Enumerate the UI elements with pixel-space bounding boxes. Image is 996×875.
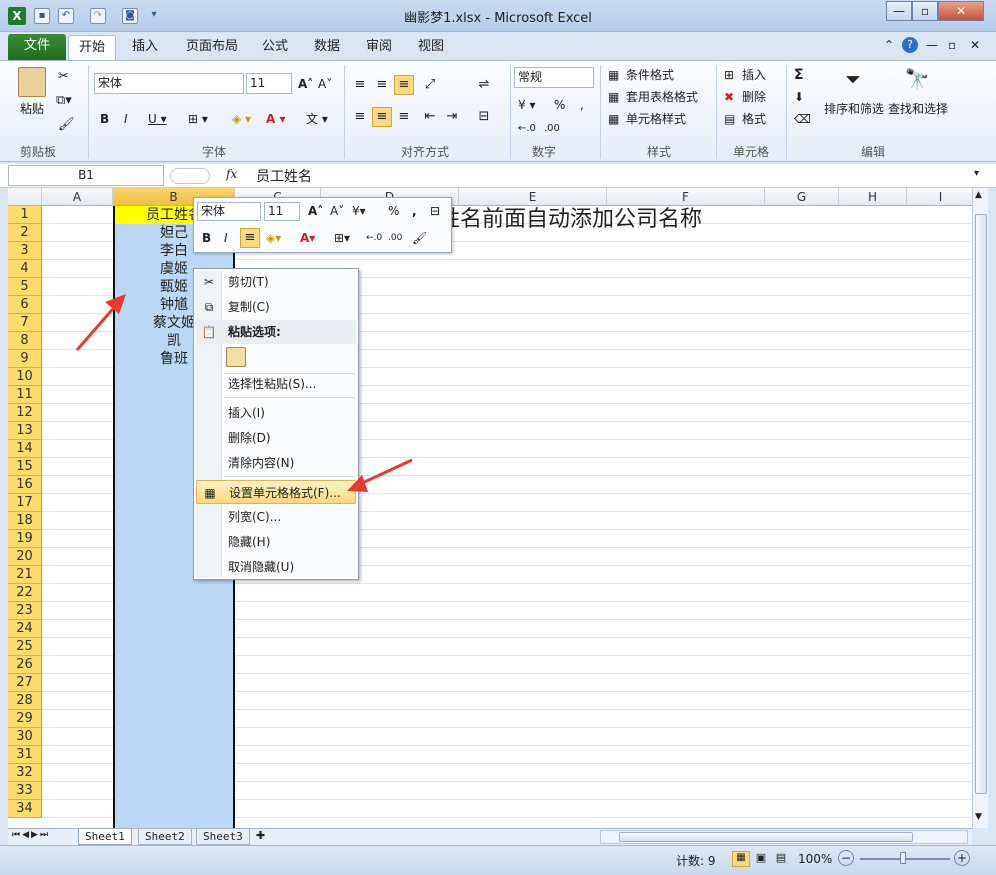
zoom-in-icon[interactable]: + [954, 850, 970, 866]
sheet-tab-bar: ⏮◀▶⏭ Sheet1 Sheet2 Sheet3 ✚ [8, 828, 972, 845]
horizontal-scroll-thumb[interactable] [619, 832, 913, 842]
sheet-tab-1[interactable]: Sheet1 [78, 829, 132, 845]
status-count: 计数: 9 [676, 854, 716, 868]
arrow-to-column-b-head [105, 294, 126, 314]
page-layout-view-icon[interactable]: ▣ [752, 851, 770, 867]
status-bar: 计数: 9 ▦ ▣ ▤ 100% − + [0, 845, 996, 875]
zoom-level[interactable]: 100% [798, 852, 832, 866]
annotation-arrows [75, 294, 413, 492]
zoom-out-icon[interactable]: − [838, 850, 854, 866]
zoom-slider-thumb[interactable] [900, 852, 906, 864]
arrow-to-format-cells-head [347, 475, 368, 492]
arrow-to-column-b [75, 302, 120, 351]
page-break-view-icon[interactable]: ▤ [772, 851, 790, 867]
horizontal-scrollbar[interactable] [600, 830, 968, 844]
sheet-tab-2[interactable]: Sheet2 [138, 829, 192, 845]
sheet-tab-3[interactable]: Sheet3 [196, 829, 250, 845]
sheet-nav-icons[interactable]: ⏮◀▶⏭ [12, 830, 50, 840]
normal-view-icon[interactable]: ▦ [732, 851, 750, 867]
arrow-to-format-cells [357, 458, 413, 487]
insert-sheet-icon[interactable]: ✚ [256, 829, 265, 842]
